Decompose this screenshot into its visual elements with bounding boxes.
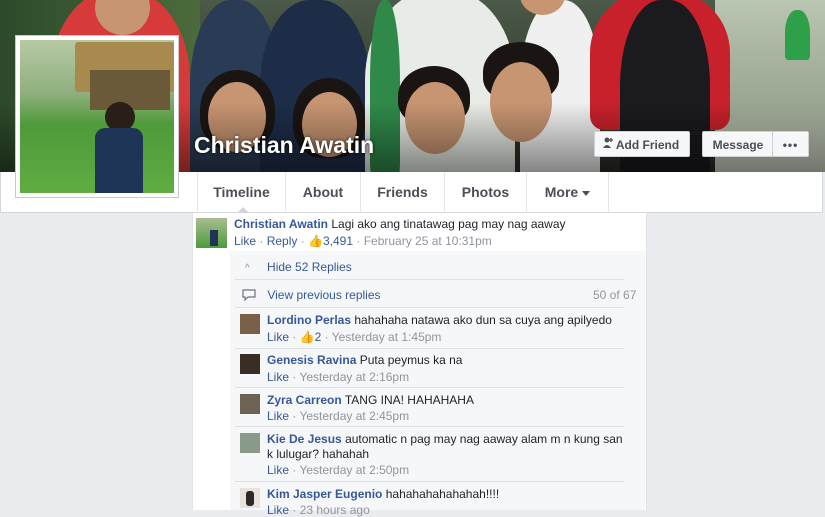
separator: ·: [297, 234, 309, 248]
avatar[interactable]: [196, 218, 227, 248]
reply-time[interactable]: 23 hours ago: [300, 503, 370, 517]
like-link[interactable]: Like: [267, 330, 289, 344]
message-button[interactable]: Message: [702, 131, 774, 157]
thumbs-up-icon: 👍: [308, 234, 323, 248]
comments-panel: Christian Awatin Lagi ako ang tinatawag …: [192, 213, 647, 517]
reply-text: TANG INA! HAHAHAHA: [344, 393, 474, 407]
divider: [235, 426, 624, 427]
profile-name[interactable]: Christian Awatin: [194, 132, 374, 159]
profile-picture[interactable]: [15, 35, 179, 198]
avatar-figure: [246, 491, 254, 506]
comment-author[interactable]: Christian Awatin: [234, 217, 328, 231]
divider: [235, 481, 624, 482]
add-friend-label: Add Friend: [615, 138, 680, 152]
comment-bubble-icon: [242, 289, 256, 304]
likes-number: 3,491: [323, 234, 354, 248]
like-link[interactable]: Like: [267, 463, 289, 477]
avatar[interactable]: [240, 394, 260, 414]
tab-more[interactable]: More: [527, 172, 609, 213]
hide-replies-link[interactable]: Hide 52 Replies: [267, 260, 352, 274]
reply-author[interactable]: Kim Jasper Eugenio: [267, 487, 382, 501]
comment-time[interactable]: February 25 at 10:31pm: [364, 234, 492, 248]
comment-text: Lagi ako ang tinatawag pag may nag aaway: [331, 217, 566, 231]
add-friend-icon: [603, 132, 613, 158]
separator: ·: [353, 234, 364, 248]
like-link[interactable]: Like: [267, 370, 289, 384]
reply-actions: Like · Yesterday at 2:50pm: [267, 463, 410, 477]
tab-photos[interactable]: Photos: [445, 172, 527, 213]
reply-body: Lordino Perlas hahahaha natawa ako dun s…: [267, 313, 612, 327]
replies-count: 50 of 67: [593, 288, 637, 302]
divider: [235, 387, 624, 388]
chevron-down-icon: [582, 190, 591, 196]
avatar[interactable]: [240, 433, 260, 453]
avatar[interactable]: [240, 488, 260, 508]
more-options-button[interactable]: •••: [772, 131, 809, 157]
reply-author[interactable]: Kie De Jesus: [267, 432, 342, 446]
reply-body: Kim Jasper Eugenio hahahahahahahah!!!!: [267, 487, 499, 501]
comment-actions: Like · Reply · 👍3,491 · February 25 at 1…: [234, 234, 492, 248]
hut-body: [90, 70, 170, 110]
like-link[interactable]: Like: [234, 234, 256, 248]
tab-more-label: More: [544, 184, 579, 200]
reply-actions: Like · 23 hours ago: [267, 503, 370, 517]
like-link[interactable]: Like: [267, 409, 289, 423]
view-previous-row[interactable]: View previous replies: [242, 288, 381, 304]
add-friend-button[interactable]: Add Friend: [594, 131, 690, 157]
avatar[interactable]: [240, 314, 260, 334]
reply-text: hahahahahahahah!!!!: [385, 487, 500, 501]
reply-text: automatic n pag may nag aaway alam m n k…: [345, 432, 623, 446]
tab-friends[interactable]: Friends: [361, 172, 445, 213]
comment-body: Christian Awatin Lagi ako ang tinatawag …: [234, 217, 566, 231]
likes-count[interactable]: 👍2: [300, 330, 322, 344]
chevron-up-icon: ^: [245, 263, 250, 274]
person-body: [95, 128, 143, 193]
view-previous-link[interactable]: View previous replies: [267, 288, 380, 302]
reply-author[interactable]: Lordino Perlas: [267, 313, 351, 327]
reply-body: Zyra Carreon TANG INA! HAHAHAHA: [267, 393, 474, 407]
reply-actions: Like · Yesterday at 2:16pm: [267, 370, 410, 384]
divider: [235, 307, 624, 308]
reply-author[interactable]: Zyra Carreon: [267, 393, 342, 407]
like-link[interactable]: Like: [267, 503, 289, 517]
avatar-figure: [210, 230, 218, 246]
hide-replies-row[interactable]: ^ Hide 52 Replies: [245, 260, 352, 274]
divider: [235, 348, 624, 349]
reply-body: Kie De Jesus automatic n pag may nag aaw…: [267, 432, 623, 446]
thumbs-up-icon: 👍: [299, 330, 315, 344]
reply-time[interactable]: Yesterday at 1:45pm: [332, 330, 442, 344]
reply-author[interactable]: Genesis Ravina: [267, 353, 356, 367]
reply-text: Puta peymus ka na: [359, 353, 463, 367]
divider: [235, 279, 624, 280]
reply-time[interactable]: Yesterday at 2:45pm: [299, 409, 409, 423]
reply-actions: Like · 👍2 · Yesterday at 1:45pm: [267, 330, 442, 344]
cover-person: [785, 10, 810, 60]
reply-text-cont: k lulugar? hahahah: [267, 447, 370, 461]
reply-actions: Like · Yesterday at 2:45pm: [267, 409, 410, 423]
reply-time[interactable]: Yesterday at 2:16pm: [299, 370, 409, 384]
reply-time[interactable]: Yesterday at 2:50pm: [299, 463, 409, 477]
reply-link[interactable]: Reply: [267, 234, 298, 248]
reply-body: Genesis Ravina Puta peymus ka na: [267, 353, 462, 367]
tab-about[interactable]: About: [286, 172, 361, 213]
separator: ·: [256, 234, 267, 248]
profile-photo-image: [20, 40, 174, 193]
reply-text: hahahaha natawa ako dun sa cuya ang apil…: [354, 313, 612, 327]
likes-number: 2: [314, 330, 322, 344]
likes-count[interactable]: 👍3,491: [308, 234, 353, 248]
tab-timeline[interactable]: Timeline: [197, 172, 286, 213]
avatar[interactable]: [240, 354, 260, 374]
